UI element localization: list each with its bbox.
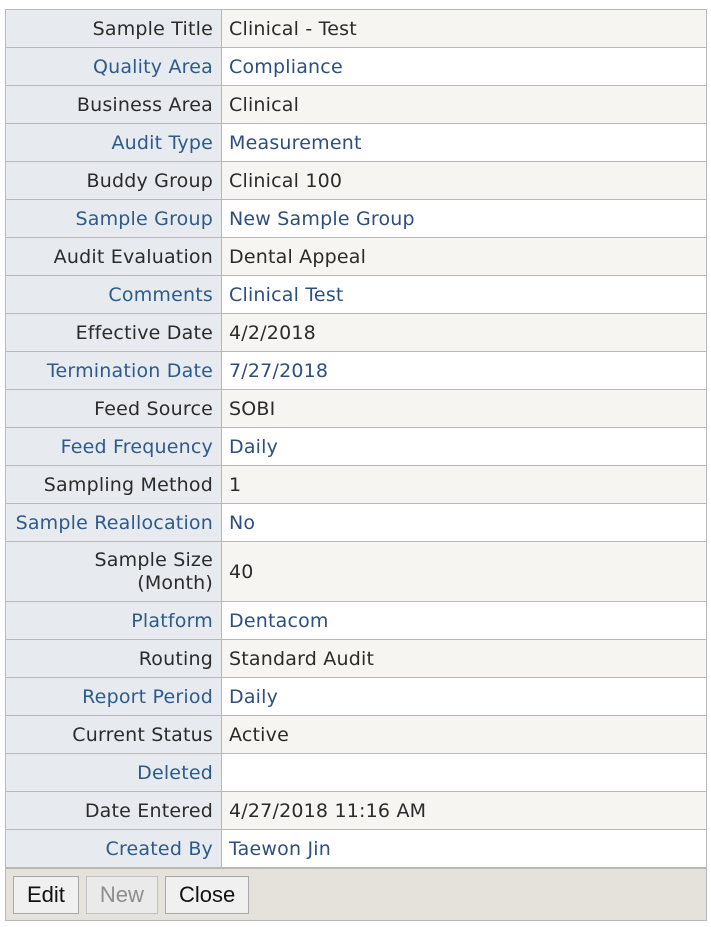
field-label: Audit Type	[6, 123, 222, 162]
field-row-business-area: Business Area Clinical	[6, 85, 706, 124]
field-label-line: Sample Size	[94, 548, 213, 571]
field-value: 4/27/2018 11:16 AM	[221, 791, 706, 830]
field-label: Termination Date	[6, 351, 222, 390]
record-detail-table: Sample Title Clinical - Test Quality Are…	[6, 10, 706, 868]
field-label: Buddy Group	[6, 161, 222, 200]
field-value: SOBI	[221, 389, 706, 428]
field-row-platform: Platform Dentacom	[6, 601, 706, 640]
field-row-sample-group: Sample Group New Sample Group	[6, 199, 706, 238]
field-row-sampling-method: Sampling Method 1	[6, 465, 706, 504]
field-label: Effective Date	[6, 313, 222, 352]
field-value: Clinical	[221, 85, 706, 124]
field-label: Feed Source	[6, 389, 222, 428]
field-value: Clinical 100	[221, 161, 706, 200]
field-label: Sample Size (Month)	[6, 541, 222, 602]
field-label: Deleted	[6, 753, 222, 792]
field-value: Dentacom	[221, 601, 706, 640]
field-row-audit-type: Audit Type Measurement	[6, 123, 706, 162]
field-label: Feed Frequency	[6, 427, 222, 466]
field-label: Sample Reallocation	[6, 503, 222, 542]
field-value: Dental Appeal	[221, 237, 706, 276]
close-button[interactable]: Close	[164, 875, 250, 914]
field-row-effective-date: Effective Date 4/2/2018	[6, 313, 706, 352]
field-row-deleted: Deleted	[6, 753, 706, 792]
field-label: Current Status	[6, 715, 222, 754]
field-row-date-entered: Date Entered 4/27/2018 11:16 AM	[6, 791, 706, 830]
field-value: Compliance	[221, 47, 706, 86]
field-row-buddy-group: Buddy Group Clinical 100	[6, 161, 706, 200]
field-value: Standard Audit	[221, 639, 706, 678]
field-label: Sample Group	[6, 199, 222, 238]
field-row-comments: Comments Clinical Test	[6, 275, 706, 314]
field-label: Routing	[6, 639, 222, 678]
field-value: Taewon Jin	[221, 829, 706, 868]
field-value: Daily	[221, 427, 706, 466]
field-row-routing: Routing Standard Audit	[6, 639, 706, 678]
field-label: Report Period	[6, 677, 222, 716]
field-value	[221, 753, 706, 792]
field-label: Date Entered	[6, 791, 222, 830]
field-row-sample-reallocation: Sample Reallocation No	[6, 503, 706, 542]
field-label: Comments	[6, 275, 222, 314]
edit-button[interactable]: Edit	[13, 875, 79, 914]
field-value: Clinical Test	[221, 275, 706, 314]
field-value: Daily	[221, 677, 706, 716]
field-value: 1	[221, 465, 706, 504]
field-value: Active	[221, 715, 706, 754]
field-row-report-period: Report Period Daily	[6, 677, 706, 716]
field-row-created-by: Created By Taewon Jin	[6, 829, 706, 868]
field-row-quality-area: Quality Area Compliance	[6, 47, 706, 86]
field-value: No	[221, 503, 706, 542]
field-value: 40	[221, 541, 706, 602]
action-button-bar: Edit New Close	[6, 868, 706, 920]
field-value: 4/2/2018	[221, 313, 706, 352]
field-label-line: (Month)	[137, 571, 213, 594]
field-label: Sample Title	[6, 10, 222, 48]
field-row-termination-date: Termination Date 7/27/2018	[6, 351, 706, 390]
field-row-feed-source: Feed Source SOBI	[6, 389, 706, 428]
field-label: Audit Evaluation	[6, 237, 222, 276]
field-row-sample-title: Sample Title Clinical - Test	[6, 10, 706, 48]
field-value: New Sample Group	[221, 199, 706, 238]
record-detail-panel: Sample Title Clinical - Test Quality Are…	[5, 9, 707, 921]
field-row-audit-evaluation: Audit Evaluation Dental Appeal	[6, 237, 706, 276]
field-label: Sampling Method	[6, 465, 222, 504]
field-row-feed-frequency: Feed Frequency Daily	[6, 427, 706, 466]
field-row-current-status: Current Status Active	[6, 715, 706, 754]
field-value: Clinical - Test	[221, 10, 706, 48]
field-value: 7/27/2018	[221, 351, 706, 390]
field-value: Measurement	[221, 123, 706, 162]
field-row-sample-size: Sample Size (Month) 40	[6, 541, 706, 602]
field-label: Created By	[6, 829, 222, 868]
field-label: Quality Area	[6, 47, 222, 86]
field-label: Platform	[6, 601, 222, 640]
new-button[interactable]: New	[85, 875, 158, 914]
field-label: Business Area	[6, 85, 222, 124]
